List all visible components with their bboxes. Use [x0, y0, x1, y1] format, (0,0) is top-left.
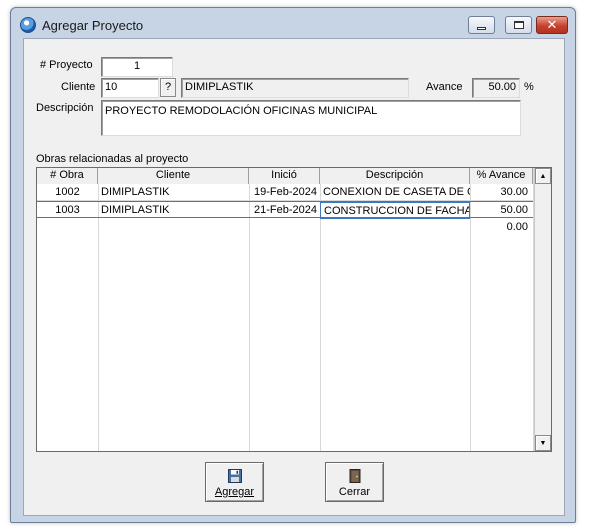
arrow-down-icon: ▼: [539, 439, 547, 447]
column-header-obra[interactable]: # Obra: [37, 168, 98, 184]
cell-descripcion-editing[interactable]: CONSTRUCCION DE FACHADA: [320, 202, 470, 219]
obras-caption: Obras relacionadas al proyecto: [36, 153, 189, 165]
cell-obra: 1003: [55, 204, 80, 216]
column-header-descripcion[interactable]: Descripción: [320, 168, 470, 184]
proyecto-field[interactable]: 1: [101, 57, 173, 77]
window-title: Agregar Proyecto: [42, 18, 144, 33]
cell-avance: 50.00: [500, 204, 528, 216]
save-icon: [227, 469, 242, 483]
obras-grid[interactable]: # Obra Cliente Inició Descripción % Avan…: [36, 167, 552, 452]
cliente-name-field: DIMIPLASTIK: [181, 78, 409, 98]
cerrar-label: Cerrar: [338, 486, 371, 498]
cliente-id-field[interactable]: 10: [101, 78, 159, 98]
cliente-lookup-button[interactable]: ?: [160, 78, 176, 97]
column-header-cliente[interactable]: Cliente: [98, 168, 249, 184]
agregar-label: Agregar: [214, 486, 255, 498]
avance-label: Avance: [426, 81, 463, 93]
cell-obra: 1002: [55, 186, 80, 198]
scroll-down-button[interactable]: ▼: [535, 435, 551, 451]
proyecto-label: # Proyecto: [40, 59, 93, 71]
total-row: 0.00: [37, 219, 533, 236]
table-row[interactable]: 1002 DIMIPLASTIK 19-Feb-2024 CONEXION DE…: [37, 184, 533, 201]
scroll-up-button[interactable]: ▲: [535, 168, 551, 184]
app-icon: [20, 17, 36, 33]
grid-header: # Obra Cliente Inició Descripción % Avan…: [37, 168, 533, 184]
cell-cliente: DIMIPLASTIK: [101, 204, 170, 216]
avance-percent-label: %: [524, 81, 534, 93]
cerrar-button[interactable]: Cerrar: [325, 462, 384, 502]
proyecto-label-text: # Proyecto: [40, 59, 93, 71]
close-button[interactable]: ✕: [536, 16, 568, 34]
title-bar[interactable]: Agregar Proyecto ✕: [11, 8, 575, 38]
cell-descripcion: CONEXION DE CASETA DE CO: [323, 186, 470, 198]
cell-avance: 30.00: [500, 186, 528, 198]
minimize-button[interactable]: [468, 16, 495, 34]
descripcion-label: Descripción: [36, 102, 94, 114]
maximize-button[interactable]: [505, 16, 532, 34]
column-header-avance[interactable]: % Avance: [470, 168, 533, 184]
cell-inicio: 19-Feb-2024: [254, 186, 317, 198]
dialog-body: # Proyecto 1 Cliente 10 ? DIMIPLASTIK Av…: [23, 38, 565, 516]
cliente-label: Cliente: [61, 81, 96, 93]
column-header-inicio[interactable]: Inició: [249, 168, 320, 184]
maximize-icon: [513, 21, 524, 29]
descripcion-field[interactable]: PROYECTO REMODOLACIÓN OFICINAS MUNICIPAL: [101, 100, 521, 136]
cell-cliente: DIMIPLASTIK: [101, 186, 170, 198]
table-row-selected[interactable]: 1003 DIMIPLASTIK 21-Feb-2024 CONSTRUCCIO…: [37, 201, 533, 219]
close-icon: ✕: [546, 17, 558, 33]
avance-field: 50.00: [472, 78, 520, 98]
total-avance: 0.00: [506, 221, 528, 233]
agregar-proyecto-window: Agregar Proyecto ✕ # Proyecto 1 Cliente …: [10, 7, 576, 523]
vertical-scrollbar[interactable]: ▲ ▼: [534, 168, 551, 451]
agregar-button[interactable]: Agregar: [205, 462, 264, 502]
arrow-up-icon: ▲: [539, 172, 547, 180]
minimize-icon: [477, 26, 486, 30]
cell-inicio: 21-Feb-2024: [254, 204, 317, 216]
exit-door-icon: [349, 469, 360, 483]
